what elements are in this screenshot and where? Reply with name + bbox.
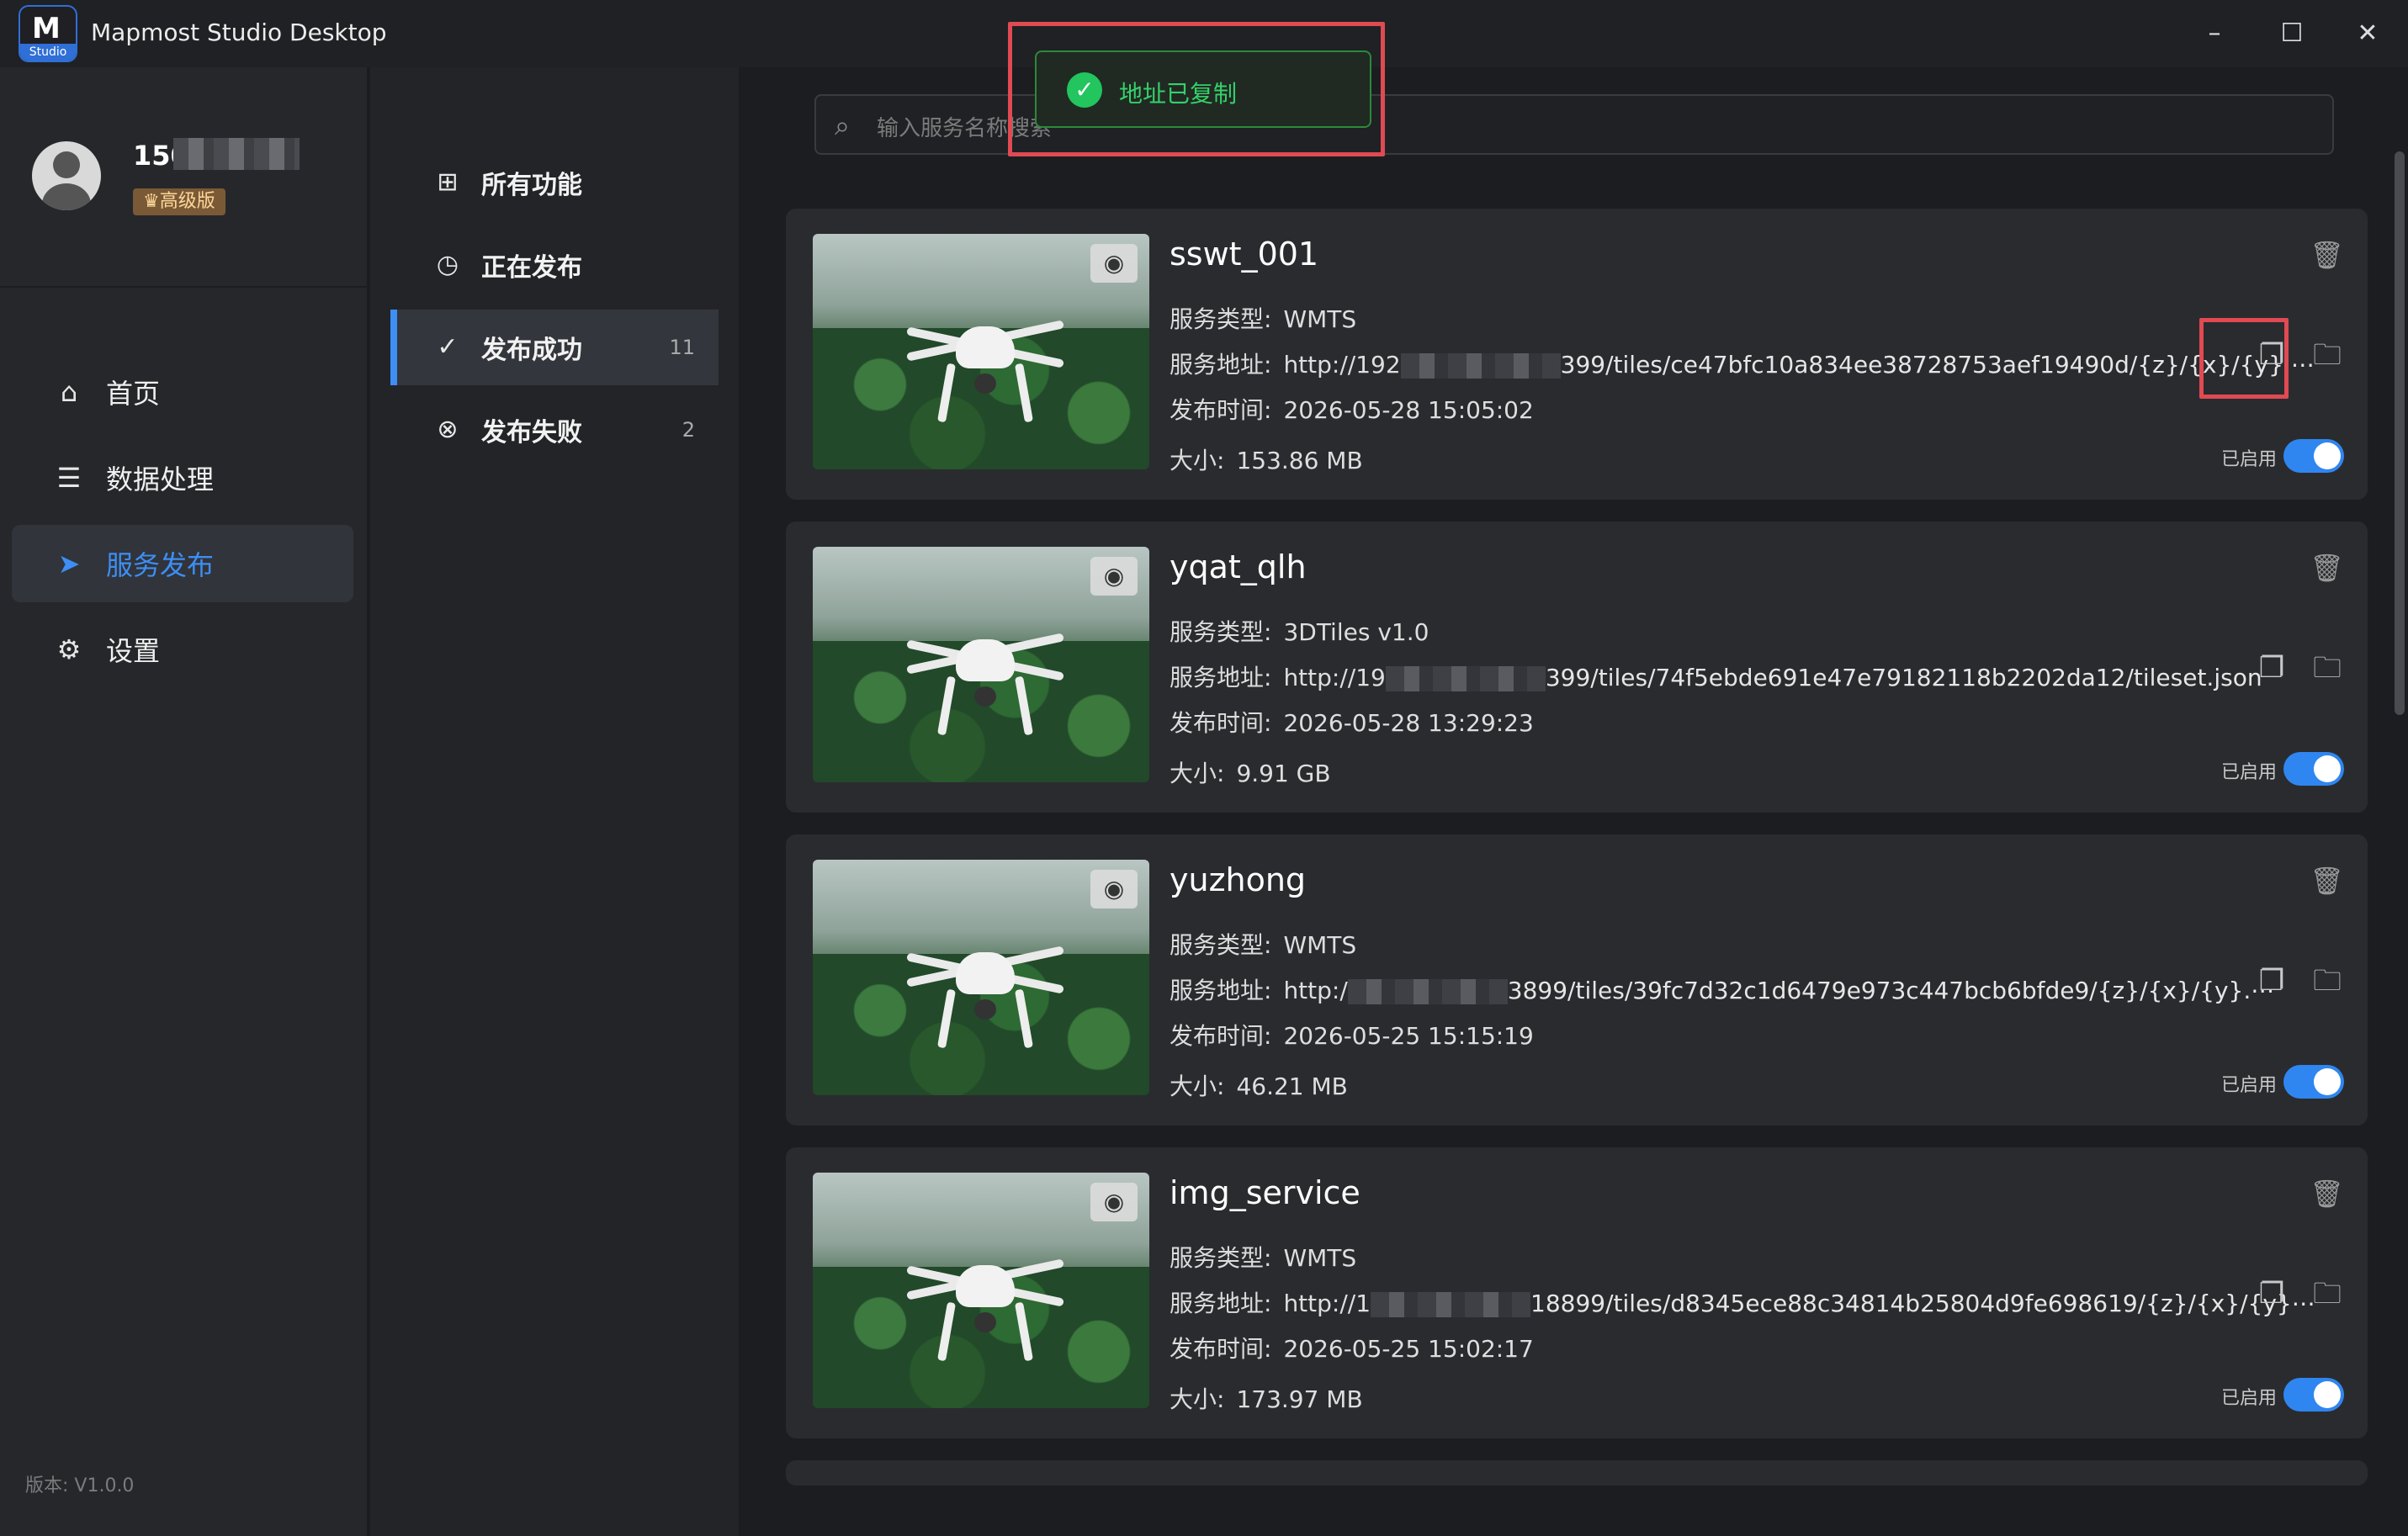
preview-eye-icon[interactable]: ◉ — [1090, 244, 1138, 283]
url-mask — [1371, 1292, 1531, 1317]
copy-icon[interactable]: ❐ — [2255, 1277, 2289, 1311]
url-mask — [1347, 979, 1508, 1004]
service-time-row: 发布时间: 2026-05-28 13:29:23 — [1170, 709, 1534, 737]
service-size-row: 大小: 173.97 MB — [1170, 1385, 1363, 1413]
app-logo: M Studio — [19, 5, 77, 62]
folder-icon[interactable]: 🗀 — [2309, 1277, 2346, 1311]
service-thumbnail: ◉ — [813, 234, 1149, 469]
subnav-item-success[interactable]: ✓ 发布成功 11 — [390, 310, 719, 385]
maximize-icon[interactable]: ☐ — [2273, 15, 2310, 52]
service-time-row: 发布时间: 2026-05-25 15:15:19 — [1170, 1022, 1534, 1050]
url-mask — [1400, 353, 1561, 379]
close-icon[interactable]: ✕ — [2349, 15, 2386, 52]
enable-toggle[interactable] — [2283, 1378, 2344, 1412]
service-url-row: 服务地址: http://19 399/tiles/74f5ebde691e47e7… — [1170, 664, 2262, 691]
trash-icon[interactable]: 🗑 — [2310, 239, 2344, 271]
clock-icon: ◷ — [436, 250, 459, 279]
version-label: 版本: V1.0.0 — [25, 1475, 135, 1496]
service-time-row: 发布时间: 2026-05-28 15:05:02 — [1170, 396, 1534, 424]
gear-icon: ⚙ — [56, 633, 82, 665]
home-icon: ⌂ — [60, 376, 78, 408]
url-mask — [1385, 666, 1546, 691]
service-type-row: 服务类型: WMTS — [1170, 1244, 1357, 1272]
enabled-label: 已启用 — [2220, 1075, 2277, 1096]
username-mask — [173, 138, 300, 170]
sidebar: 150 ♛高级版 ⌂ 首页 ☰ 数据处理 ➤ 服务发布 ⚙ 设置 版本: V1.… — [0, 67, 369, 1536]
service-type-row: 服务类型: WMTS — [1170, 931, 1357, 959]
app-title: Mapmost Studio Desktop — [91, 19, 387, 46]
service-card-partial — [786, 1460, 2368, 1486]
service-card: ◉ img_service 服务类型: WMTS 服务地址: http://1 188… — [786, 1147, 2368, 1438]
service-card: ◉ sswt_001 服务类型: WMTS 服务地址: http://192 399/… — [786, 209, 2368, 500]
failed-count: 2 — [682, 418, 695, 442]
trash-icon[interactable]: 🗑 — [2310, 552, 2344, 584]
sidebar-item-settings[interactable]: ⚙ 设置 — [12, 611, 353, 688]
service-url-row: 服务地址: http://1 18899/tiles/d8345ece88c3481… — [1170, 1290, 2315, 1317]
send-icon: ➤ — [57, 548, 81, 580]
x-circle-icon: ⊗ — [437, 415, 459, 444]
enable-toggle[interactable] — [2283, 1065, 2344, 1099]
service-name: yqat_qlh — [1170, 548, 1307, 585]
plan-badge: ♛高级版 — [133, 188, 225, 215]
service-thumbnail: ◉ — [813, 860, 1149, 1095]
service-type-row: 服务类型: WMTS — [1170, 305, 1357, 333]
scroll-thumb[interactable] — [2395, 151, 2405, 715]
service-size-row: 大小: 153.86 MB — [1170, 447, 1363, 474]
service-card: ◉ yuzhong 服务类型: WMTS 服务地址: http:/3899/tile… — [786, 834, 2368, 1126]
scrollbar[interactable] — [2391, 67, 2408, 1536]
check-circle-icon: ✓ — [437, 332, 459, 362]
copy-icon[interactable]: ❐ — [2255, 964, 2289, 998]
enabled-label: 已启用 — [2220, 449, 2277, 470]
enable-toggle[interactable] — [2283, 752, 2344, 786]
service-thumbnail: ◉ — [813, 547, 1149, 782]
sidebar-item-publish[interactable]: ➤ 服务发布 — [12, 525, 353, 602]
preview-eye-icon[interactable]: ◉ — [1090, 1183, 1138, 1221]
subnav-item-publishing[interactable]: ◷ 正在发布 — [390, 227, 719, 303]
avatar[interactable] — [32, 141, 101, 210]
minimize-icon[interactable]: – — [2196, 15, 2233, 52]
preview-eye-icon[interactable]: ◉ — [1090, 870, 1138, 908]
service-name: yuzhong — [1170, 861, 1307, 898]
service-card: ◉ yqat_qlh 服务类型: 3DTiles v1.0 服务地址: http:/… — [786, 522, 2368, 813]
service-url-row: 服务地址: http:/3899/tiles/39fc7d32c1d6479e97… — [1170, 977, 2275, 1004]
success-count: 11 — [669, 336, 695, 359]
service-thumbnail: ◉ — [813, 1173, 1149, 1408]
folder-icon[interactable]: 🗀 — [2309, 964, 2346, 998]
trash-icon[interactable]: 🗑 — [2310, 1178, 2344, 1210]
trash-icon[interactable]: 🗑 — [2310, 865, 2344, 897]
highlight-box-toast — [1008, 22, 1385, 156]
service-type-row: 服务类型: 3DTiles v1.0 — [1170, 618, 1429, 646]
main-content: ⌕ 输入服务名称搜索 ◉ sswt_001 服务类型: WMTS 服务地址: htt… — [740, 67, 2391, 1536]
service-time-row: 发布时间: 2026-05-25 15:02:17 — [1170, 1335, 1534, 1363]
sidebar-item-home[interactable]: ⌂ 首页 — [12, 353, 353, 431]
service-name: sswt_001 — [1170, 236, 1319, 273]
service-url-row: 服务地址: http://192 399/tiles/ce47bfc10a834ee… — [1170, 351, 2315, 379]
service-name: img_service — [1170, 1174, 1360, 1211]
grid-icon: ⊞ — [437, 167, 459, 197]
enabled-label: 已启用 — [2220, 762, 2277, 783]
preview-eye-icon[interactable]: ◉ — [1090, 557, 1138, 596]
highlight-box-copy — [2199, 318, 2289, 399]
folder-icon[interactable]: 🗀 — [2309, 338, 2346, 372]
sidebar-item-data[interactable]: ☰ 数据处理 — [12, 439, 353, 516]
service-size-row: 大小: 9.91 GB — [1170, 760, 1331, 787]
service-size-row: 大小: 46.21 MB — [1170, 1073, 1348, 1100]
subnav-item-failed[interactable]: ⊗ 发布失败 2 — [390, 392, 719, 468]
sub-nav: ⊞ 所有功能 ◷ 正在发布 ✓ 发布成功 11 ⊗ 发布失败 2 — [370, 67, 739, 1536]
folder-icon[interactable]: 🗀 — [2309, 651, 2346, 685]
enabled-label: 已启用 — [2220, 1388, 2277, 1409]
search-icon: ⌕ — [835, 109, 850, 141]
subnav-item-all[interactable]: ⊞ 所有功能 — [390, 145, 719, 220]
copy-icon[interactable]: ❐ — [2255, 651, 2289, 685]
database-icon: ☰ — [56, 462, 82, 494]
enable-toggle[interactable] — [2283, 439, 2344, 473]
divider — [0, 286, 369, 288]
